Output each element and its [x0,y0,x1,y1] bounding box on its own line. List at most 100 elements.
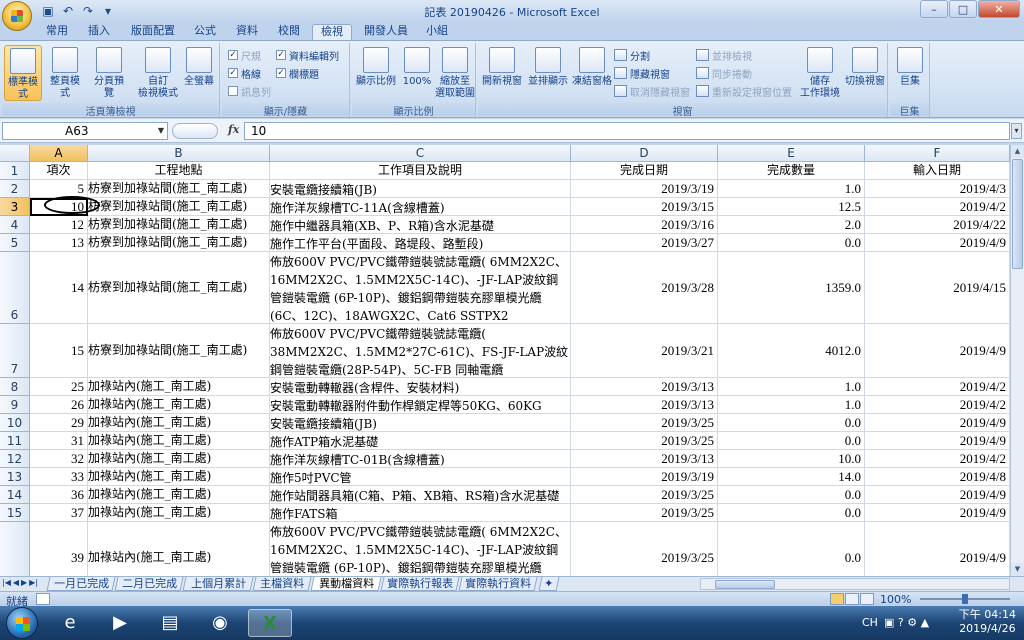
table-cell[interactable]: 加祿站內(施工_南工處) [88,414,270,432]
table-cell[interactable]: 0.0 [718,414,865,432]
custom-views-button[interactable]: 自訂 檢視模式 [136,45,180,101]
table-cell[interactable]: 37 [30,504,88,522]
table-cell[interactable]: 2019/4/9 [865,504,1010,522]
table-cell[interactable]: 25 [30,378,88,396]
sheet-tab[interactable]: 實際執行報表 [380,577,460,591]
clock[interactable]: 下午 04:14 2019/4/26 [959,608,1016,636]
column-title-cell[interactable]: 完成數量 [718,162,865,180]
office-button[interactable] [2,1,32,31]
sheet-tab[interactable]: 一月已完成 [46,577,116,591]
table-cell[interactable]: 1.0 [718,378,865,396]
table-cell[interactable]: 2019/3/27 [571,234,718,252]
table-cell[interactable]: 2019/3/25 [571,414,718,432]
table-cell[interactable]: 2.0 [718,216,865,234]
table-cell[interactable]: 施作FATS箱 [270,504,571,522]
worksheet-grid[interactable]: A B C D E F 1 項次 工程地點 工作項目及說明 完成日期 完成數量 輸入日期 2 5 枋寮到加祿站… [0,145,1010,576]
table-cell[interactable]: 2019/4/9 [865,234,1010,252]
sheet-tab[interactable]: 主檔資料 [252,577,312,591]
table-cell[interactable]: 2019/4/8 [865,468,1010,486]
file-explorer-icon[interactable]: ▤ [148,609,192,637]
table-cell[interactable]: 33 [30,468,88,486]
table-cell[interactable]: 2019/3/19 [571,180,718,198]
tab-insert[interactable]: 插入 [82,24,116,40]
table-cell[interactable]: 14.0 [718,468,865,486]
scroll-down-icon[interactable]: ▼ [1011,563,1024,576]
table-cell[interactable]: 32 [30,450,88,468]
table-cell[interactable]: 加祿站內(施工_南工處) [88,486,270,504]
zoom-to-selection-button[interactable]: 縮放至 選取範圍 [434,45,476,101]
table-cell[interactable]: 0.0 [718,504,865,522]
scroll-up-icon[interactable]: ▲ [1011,145,1024,158]
table-cell[interactable]: 施作ATP箱水泥基礎 [270,432,571,450]
table-cell[interactable]: 加祿站內(施工_南工處) [88,504,270,522]
row-header-10[interactable]: 10 [0,414,30,432]
table-cell[interactable]: 加祿站內(施工_南工處) [88,468,270,486]
table-cell[interactable]: 安裝電纜接續箱(JB) [270,180,571,198]
table-cell[interactable]: 枋寮到加祿站間(施工_南工處) [88,216,270,234]
internet-explorer-icon[interactable]: e [48,609,92,637]
table-cell[interactable]: 加祿站內(施工_南工處) [88,378,270,396]
table-cell[interactable]: 施作中繼器具箱(XB、P、R箱)含水泥基礎 [270,216,571,234]
table-cell[interactable]: 2019/4/9 [865,414,1010,432]
sync-scroll-button[interactable]: 同步捲動 [696,65,752,81]
table-cell[interactable]: 2019/4/2 [865,198,1010,216]
table-cell[interactable]: 2019/3/25 [571,522,718,576]
save-workspace-button[interactable]: 儲存 工作環境 [798,45,842,101]
row-header-7[interactable]: 7 [0,324,30,378]
ruler-checkbox[interactable]: ✓ 尺規 [228,47,261,63]
table-cell[interactable]: 2019/4/2 [865,378,1010,396]
first-sheet-icon[interactable]: |◀ [2,578,11,587]
row-header-6[interactable]: 6 [0,252,30,324]
table-cell[interactable]: 5 [30,180,88,198]
table-cell[interactable]: 2019/3/25 [571,486,718,504]
insert-sheet-icon[interactable]: ✦ [538,577,560,591]
table-cell[interactable]: 2019/3/25 [571,432,718,450]
table-cell[interactable]: 加祿站內(施工_南工處) [88,450,270,468]
tab-formulas[interactable]: 公式 [188,24,222,40]
row-header-8[interactable]: 8 [0,378,30,396]
column-header-d[interactable]: D [571,145,718,162]
table-cell[interactable]: 10.0 [718,450,865,468]
table-cell[interactable]: 2019/4/3 [865,180,1010,198]
macros-button[interactable]: 巨集 [891,45,929,101]
table-cell[interactable]: 0.0 [718,234,865,252]
zoom-100-button[interactable]: 100% [398,45,436,101]
table-cell[interactable]: 施作工作平台(平面段、路堤段、路塹段) [270,234,571,252]
table-cell[interactable]: 2019/3/19 [571,468,718,486]
table-cell[interactable]: 佈放600V PVC/PVC鐵帶鎧裝號誌電纜( 6MM2X2C、16MM2X2C… [270,252,571,324]
table-cell[interactable]: 2019/3/16 [571,216,718,234]
table-cell[interactable]: 26 [30,396,88,414]
table-cell[interactable]: 枋寮到加祿站間(施工_南工處) [88,180,270,198]
formula-input[interactable]: 10 [244,122,1010,140]
row-header-11[interactable]: 11 [0,432,30,450]
media-player-icon[interactable]: ▶ [98,609,142,637]
prev-sheet-icon[interactable]: ◀ [13,578,19,587]
column-title-cell[interactable]: 輸入日期 [865,162,1010,180]
macro-record-icon[interactable] [36,593,50,605]
minimize-button[interactable]: – [920,0,948,18]
table-cell[interactable]: 2019/4/9 [865,432,1010,450]
hide-window-button[interactable]: 隱藏視窗 [614,65,670,81]
horizontal-scrollbar[interactable] [700,578,1010,590]
row-header-2[interactable]: 2 [0,180,30,198]
table-cell[interactable]: 2019/4/9 [865,486,1010,504]
table-cell[interactable]: 1.0 [718,180,865,198]
sheet-tab[interactable]: 異動檔資料 [310,577,382,591]
ellipse-annotation-shape[interactable] [44,196,100,214]
column-header-a[interactable]: A [30,145,88,162]
normal-view-icon[interactable] [830,593,844,605]
start-button[interactable] [6,607,38,639]
column-header-b[interactable]: B [88,145,270,162]
table-cell[interactable]: 0.0 [718,486,865,504]
column-title-cell[interactable]: 工作項目及說明 [270,162,571,180]
zoom-level[interactable]: 100% [880,593,911,606]
tab-view[interactable]: 檢視 [312,24,352,40]
table-cell[interactable]: 加祿站內(施工_南工處) [88,396,270,414]
unhide-window-button[interactable]: 取消隱藏視窗 [614,83,690,99]
freeze-panes-button[interactable]: 凍結窗格 [570,45,614,101]
table-cell[interactable]: 31 [30,432,88,450]
headings-checkbox[interactable]: ✓ 欄標題 [276,65,319,81]
table-cell[interactable]: 佈放600V PVC/PVC鐵帶鎧裝號誌電纜( 38MM2X2C、1.5MM2*… [270,324,571,378]
side-by-side-button[interactable]: 並排檢視 [696,47,752,63]
scroll-thumb[interactable] [715,580,775,589]
